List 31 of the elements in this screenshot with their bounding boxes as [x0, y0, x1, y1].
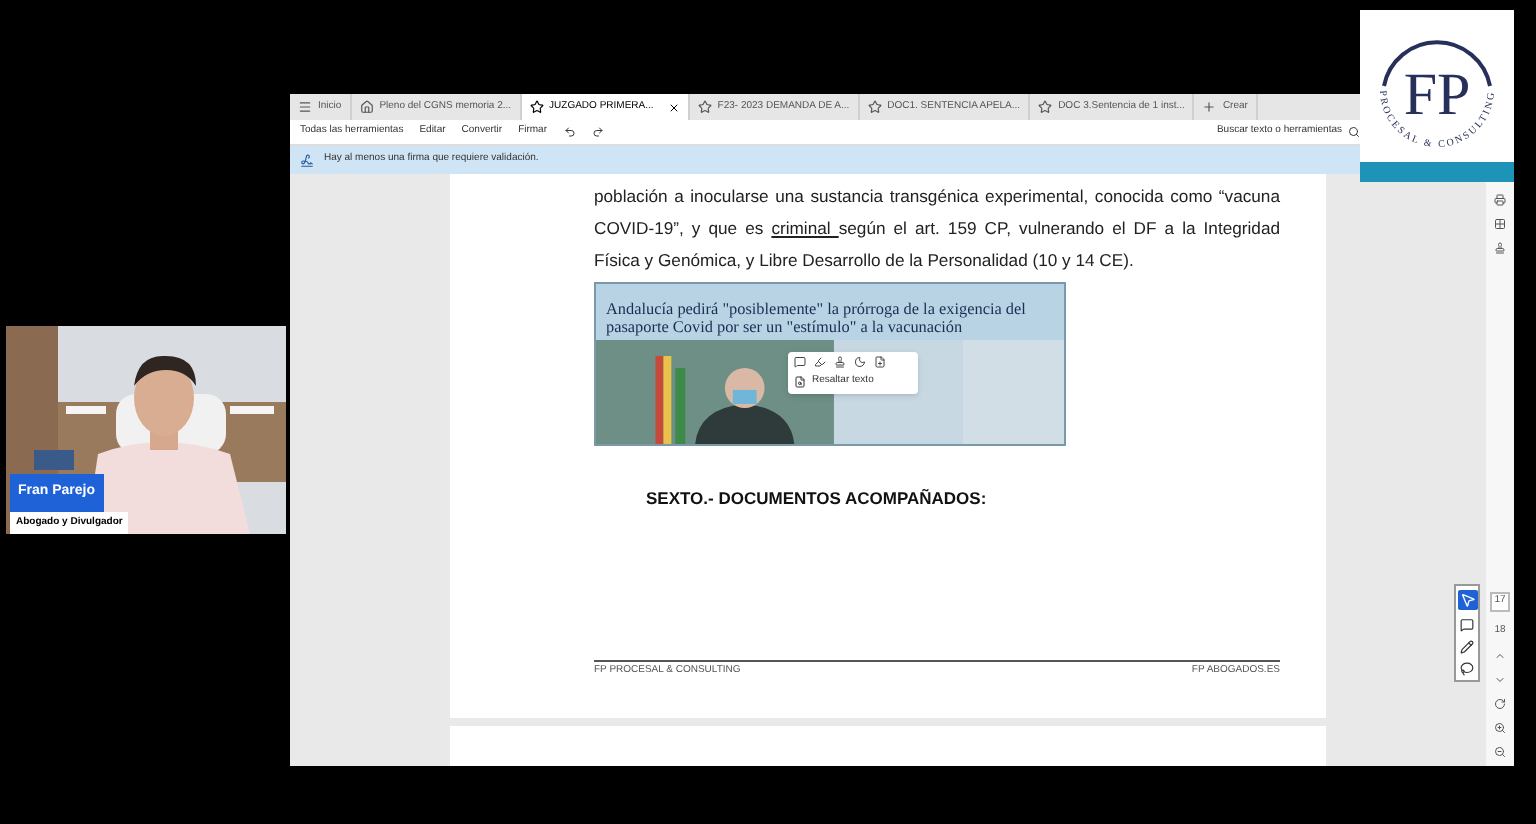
signature-icon [300, 153, 314, 167]
star-icon [1038, 100, 1053, 114]
star-icon [697, 100, 712, 114]
grid-icon[interactable] [1494, 218, 1506, 230]
search-icon [1348, 126, 1360, 138]
pointer-icon[interactable] [1457, 590, 1477, 610]
moon-icon[interactable] [854, 356, 866, 368]
star-icon [529, 100, 544, 114]
printer-icon[interactable] [1494, 194, 1506, 206]
stamp-icon[interactable] [834, 356, 846, 368]
section-heading: SEXTO.- DOCUMENTOS ACOMPAÑADOS: [646, 486, 989, 512]
undo-icon[interactable] [563, 126, 576, 138]
rotate-icon[interactable] [1494, 698, 1506, 710]
lasso-icon[interactable] [1460, 662, 1474, 676]
document-icon [794, 375, 806, 388]
plus-icon [1202, 100, 1217, 114]
body-paragraph: población a inocularse una sustancia transgénica experimental, conocida como “vacuna COVID-19”, y que es criminal según el art. 159 CP, vulnerando el DF a la Integridad Física y Genómica, y Libre Desarrollo de la Personalidad (10 y 14 CE). [594, 184, 1280, 274]
redo-icon[interactable] [591, 126, 604, 138]
close-icon[interactable] [667, 101, 680, 113]
zoom-in-icon[interactable] [1494, 722, 1506, 734]
pencil-icon[interactable] [1460, 640, 1474, 654]
stamp-icon[interactable] [1494, 242, 1506, 254]
highlighter-icon[interactable] [814, 356, 826, 368]
file-add-icon[interactable] [874, 356, 886, 368]
comment-icon[interactable] [794, 356, 806, 368]
home-icon [359, 100, 374, 114]
zoom-out-icon[interactable] [1494, 746, 1506, 758]
menu-icon [298, 100, 312, 114]
star-icon [867, 100, 882, 114]
comment-icon[interactable] [1460, 618, 1474, 632]
clipping-headline: Andalucía pedirá "posiblemente" la prórroga de la exigencia del pasaporte Covid por ser un "estímulo" a la vacunación [604, 298, 1028, 340]
